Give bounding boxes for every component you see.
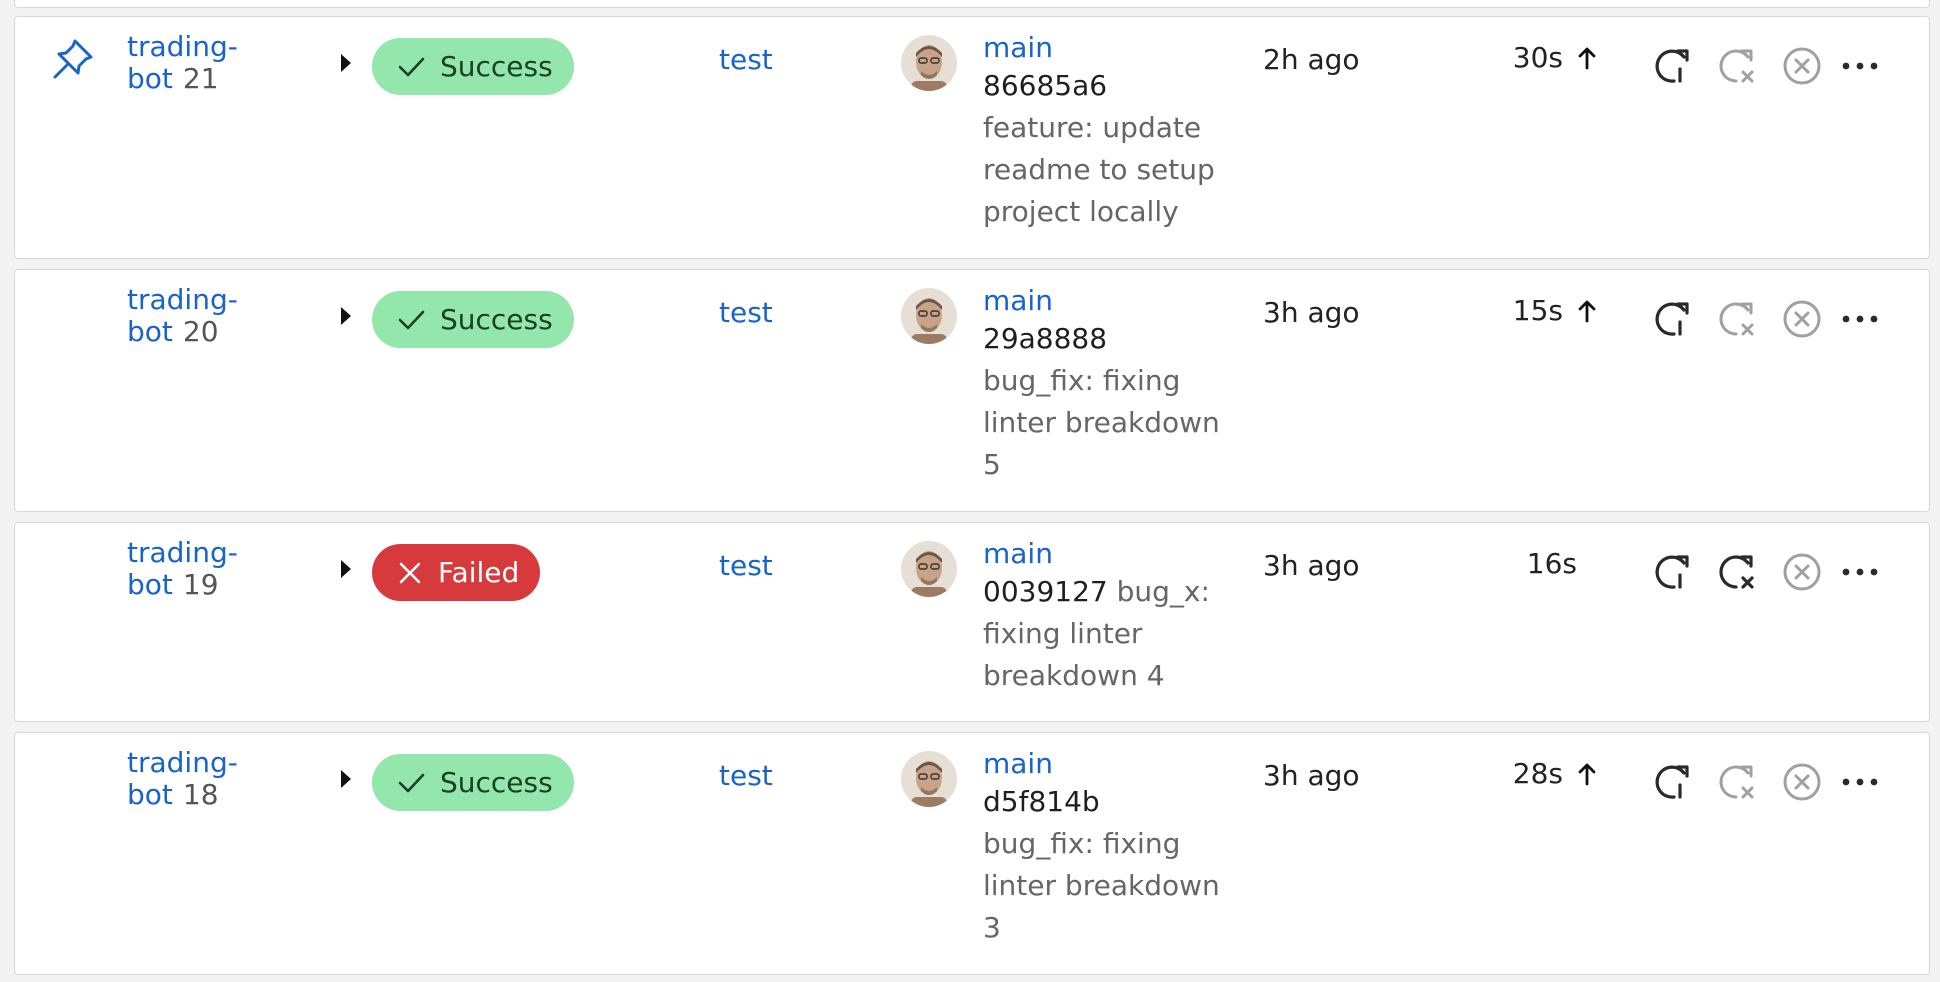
commit-message: bug_fix: fixing linter breakdown 5 [983,364,1220,481]
branch-link[interactable]: main [983,31,1223,65]
check-icon [398,310,425,329]
rerun-icon[interactable] [1651,549,1697,595]
commit-info: main 0039127 bug_x: fixing linter breakd… [983,537,1223,697]
commit-info: main 86685a6 feature: update readme to s… [983,31,1223,233]
cancel-icon[interactable] [1779,759,1825,805]
pipeline-number: 21 [182,62,219,95]
commit-message: feature: update readme to setup project … [983,111,1215,228]
commit-sha[interactable]: 86685a6 [983,69,1107,102]
commit-sha[interactable]: d5f814b [983,785,1100,818]
stage-link[interactable]: test [719,759,773,792]
rerun-failed-icon[interactable] [1715,43,1761,89]
branch-link[interactable]: main [983,284,1223,318]
expand-caret-icon[interactable] [341,770,351,788]
more-icon[interactable] [1837,759,1883,805]
duration: 15s [1513,294,1597,327]
stage-link[interactable]: test [719,296,773,329]
status-badge[interactable]: Success [372,38,574,95]
pipeline-name-link[interactable]: trading- bot 18 [127,747,257,811]
rerun-icon[interactable] [1651,43,1697,89]
cancel-icon[interactable] [1779,549,1825,595]
created-time: 3h ago [1263,759,1360,792]
status-badge[interactable]: Failed [372,544,540,601]
duration: 16s [1526,547,1577,580]
previous-row-edge [14,0,1930,8]
check-icon [398,773,425,792]
status-badge[interactable]: Success [372,291,574,348]
more-icon[interactable] [1837,549,1883,595]
created-time: 3h ago [1263,549,1360,582]
arrow-up-icon [1578,300,1596,322]
avatar[interactable] [901,541,957,597]
pipeline-number: 18 [182,778,219,811]
rerun-failed-icon[interactable] [1715,759,1761,805]
cancel-icon[interactable] [1779,296,1825,342]
more-icon[interactable] [1837,296,1883,342]
pipeline-row: trading- bot 20 Success test main 29a8888… [14,269,1930,512]
avatar[interactable] [901,751,957,807]
commit-info: main 29a8888 bug_fix: fixing linter brea… [983,284,1223,486]
expand-caret-icon[interactable] [341,560,351,578]
rerun-icon[interactable] [1651,296,1697,342]
pin-icon[interactable] [49,35,97,83]
commit-info: main d5f814b bug_fix: fixing linter brea… [983,747,1223,949]
arrow-up-icon [1578,763,1596,785]
duration: 28s [1513,757,1597,790]
branch-link[interactable]: main [983,537,1223,571]
pipeline-name-link[interactable]: trading- bot 19 [127,537,257,601]
arrow-up-icon [1578,47,1596,69]
rerun-failed-icon[interactable] [1715,296,1761,342]
pipeline-name-link[interactable]: trading- bot 20 [127,284,257,348]
duration: 30s [1513,41,1597,74]
close-icon [399,562,421,583]
pipeline-row: trading- bot 18 Success test main d5f814b… [14,732,1930,975]
pipeline-row: trading- bot 19 Failed test main 0039127 … [14,522,1930,722]
avatar[interactable] [901,35,957,91]
check-icon [398,57,425,76]
pipeline-row: trading- bot 21 Success test main 86685a6… [14,16,1930,259]
cancel-icon[interactable] [1779,43,1825,89]
stage-link[interactable]: test [719,43,773,76]
rerun-failed-icon[interactable] [1715,549,1761,595]
avatar[interactable] [901,288,957,344]
pipeline-number: 19 [182,568,219,601]
stage-link[interactable]: test [719,549,773,582]
commit-message: bug_fix: fixing linter breakdown 3 [983,827,1220,944]
commit-sha[interactable]: 29a8888 [983,322,1107,355]
status-badge[interactable]: Success [372,754,574,811]
created-time: 3h ago [1263,296,1360,329]
expand-caret-icon[interactable] [341,307,351,325]
pipeline-number: 20 [182,315,219,348]
rerun-icon[interactable] [1651,759,1697,805]
pipeline-name-link[interactable]: trading- bot 21 [127,31,257,95]
expand-caret-icon[interactable] [341,54,351,72]
created-time: 2h ago [1263,43,1360,76]
more-icon[interactable] [1837,43,1883,89]
branch-link[interactable]: main [983,747,1223,781]
commit-sha[interactable]: 0039127 [983,575,1108,608]
